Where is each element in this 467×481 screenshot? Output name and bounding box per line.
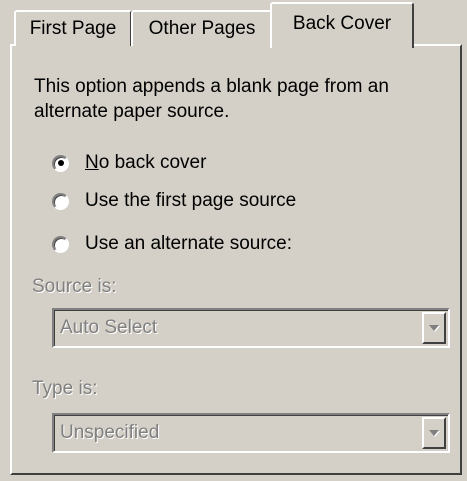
description-text: This option appends a blank page from an… bbox=[34, 76, 389, 122]
radio-button[interactable] bbox=[52, 192, 69, 210]
tab-label: Other Pages bbox=[148, 18, 256, 39]
tab-first-page[interactable]: First Page bbox=[14, 10, 132, 46]
radio-button[interactable] bbox=[52, 235, 69, 253]
type-select: Unspecified bbox=[52, 413, 450, 453]
tab-label: Back Cover bbox=[292, 13, 392, 34]
type-select-value: Unspecified bbox=[60, 422, 160, 443]
radio-use-alternate-source[interactable]: Use an alternate source: bbox=[52, 230, 292, 258]
chevron-down-icon bbox=[429, 430, 439, 436]
radio-label-use-alternate-source: Use an alternate source: bbox=[85, 233, 293, 254]
radio-no-back-cover[interactable]: No back cover bbox=[52, 149, 206, 177]
chevron-down-icon bbox=[429, 325, 439, 331]
radio-label-no-back-cover: No back cover bbox=[85, 152, 207, 173]
radio-use-first-page-source[interactable]: Use the first page source bbox=[52, 187, 296, 215]
tab-panel-back-cover: This option appends a blank page from an… bbox=[10, 44, 462, 475]
type-label: Type is: bbox=[32, 378, 98, 399]
tab-other-pages[interactable]: Other Pages bbox=[131, 10, 273, 46]
source-select: Auto Select bbox=[52, 308, 450, 348]
source-label: Source is: bbox=[32, 276, 117, 297]
radio-label-use-first-page-source: Use the first page source bbox=[85, 190, 297, 211]
source-select-value: Auto Select bbox=[60, 317, 158, 338]
type-dropdown-button bbox=[422, 417, 446, 449]
source-dropdown-button bbox=[422, 312, 446, 344]
tab-back-cover[interactable]: Back Cover bbox=[270, 2, 414, 48]
radio-button-checked[interactable] bbox=[52, 154, 69, 172]
tab-label: First Page bbox=[29, 18, 117, 39]
